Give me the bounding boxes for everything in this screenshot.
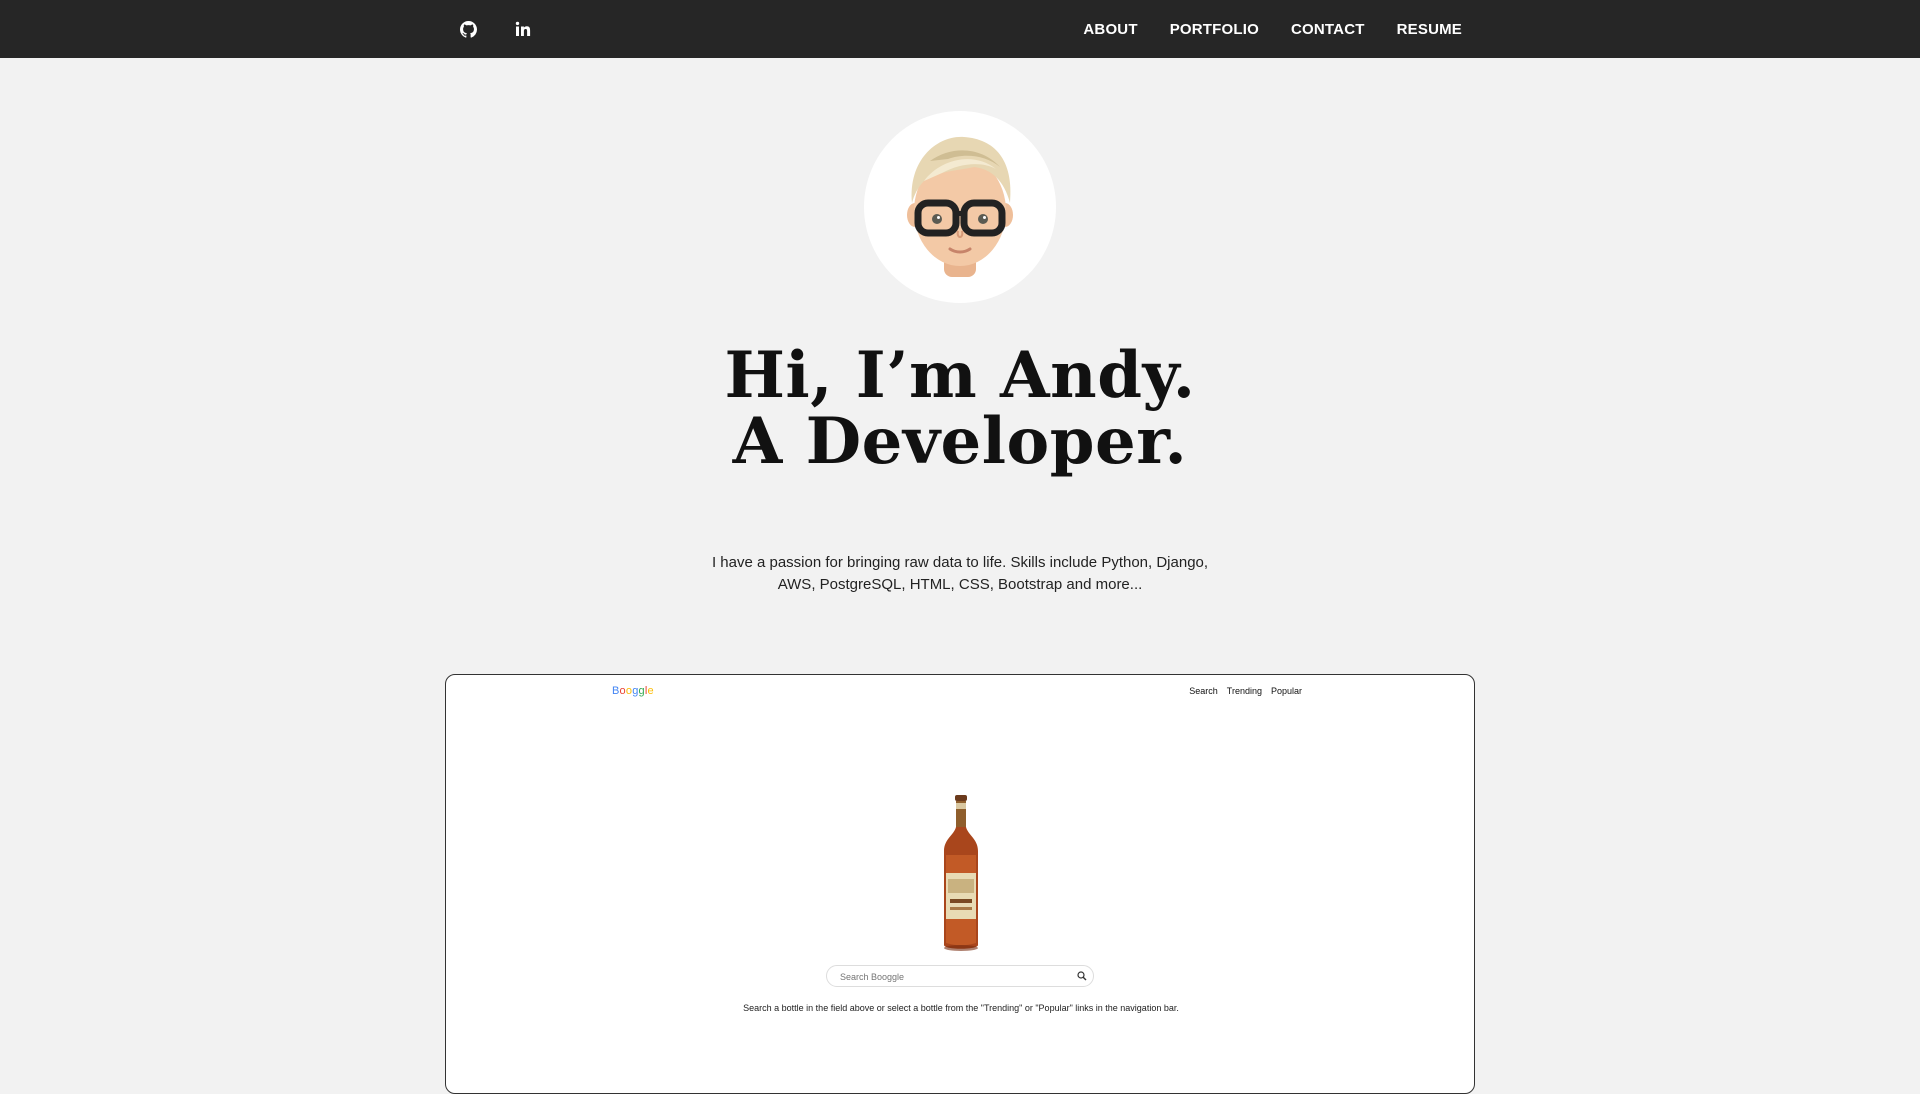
github-link[interactable]: [456, 17, 480, 41]
avatar: [864, 111, 1056, 303]
linkedin-link[interactable]: [511, 17, 535, 41]
project-preview[interactable]: Booggle Search Trending Popular Search a…: [445, 674, 1475, 1094]
intro-text: I have a passion for bringing raw data t…: [711, 554, 1209, 593]
preview-nav: Search Trending Popular: [1189, 686, 1302, 696]
hero-headline: Hi, I’m Andy. A Developer.: [0, 343, 1920, 475]
headline-line-2: A Developer.: [732, 404, 1188, 479]
memoji-avatar-icon: [907, 136, 1013, 277]
preview-nav-trending[interactable]: Trending: [1227, 686, 1262, 696]
preview-search-box[interactable]: [826, 965, 1094, 987]
preview-search-input[interactable]: [840, 970, 1060, 984]
nav-portfolio[interactable]: PORTFOLIO: [1170, 21, 1259, 38]
linkedin-icon: [515, 21, 531, 36]
main-nav: ABOUT PORTFOLIO CONTACT RESUME: [1051, 0, 1462, 58]
nav-contact[interactable]: CONTACT: [1291, 21, 1365, 38]
search-icon[interactable]: [1077, 971, 1087, 981]
bottle-image: [944, 795, 978, 951]
preview-logo-letter: B: [612, 685, 620, 697]
headline-line-1: Hi, I’m Andy.: [724, 338, 1196, 413]
top-navigation-bar: ABOUT PORTFOLIO CONTACT RESUME: [0, 0, 1920, 58]
preview-help-text: Search a bottle in the field above or se…: [743, 1003, 1179, 1013]
nav-resume[interactable]: RESUME: [1397, 21, 1462, 38]
github-icon: [459, 20, 477, 38]
preview-logo: Booggle: [612, 685, 654, 697]
preview-nav-search[interactable]: Search: [1189, 686, 1218, 696]
preview-logo-letter: e: [647, 685, 654, 697]
preview-nav-popular[interactable]: Popular: [1271, 686, 1302, 696]
nav-about[interactable]: ABOUT: [1083, 21, 1137, 38]
